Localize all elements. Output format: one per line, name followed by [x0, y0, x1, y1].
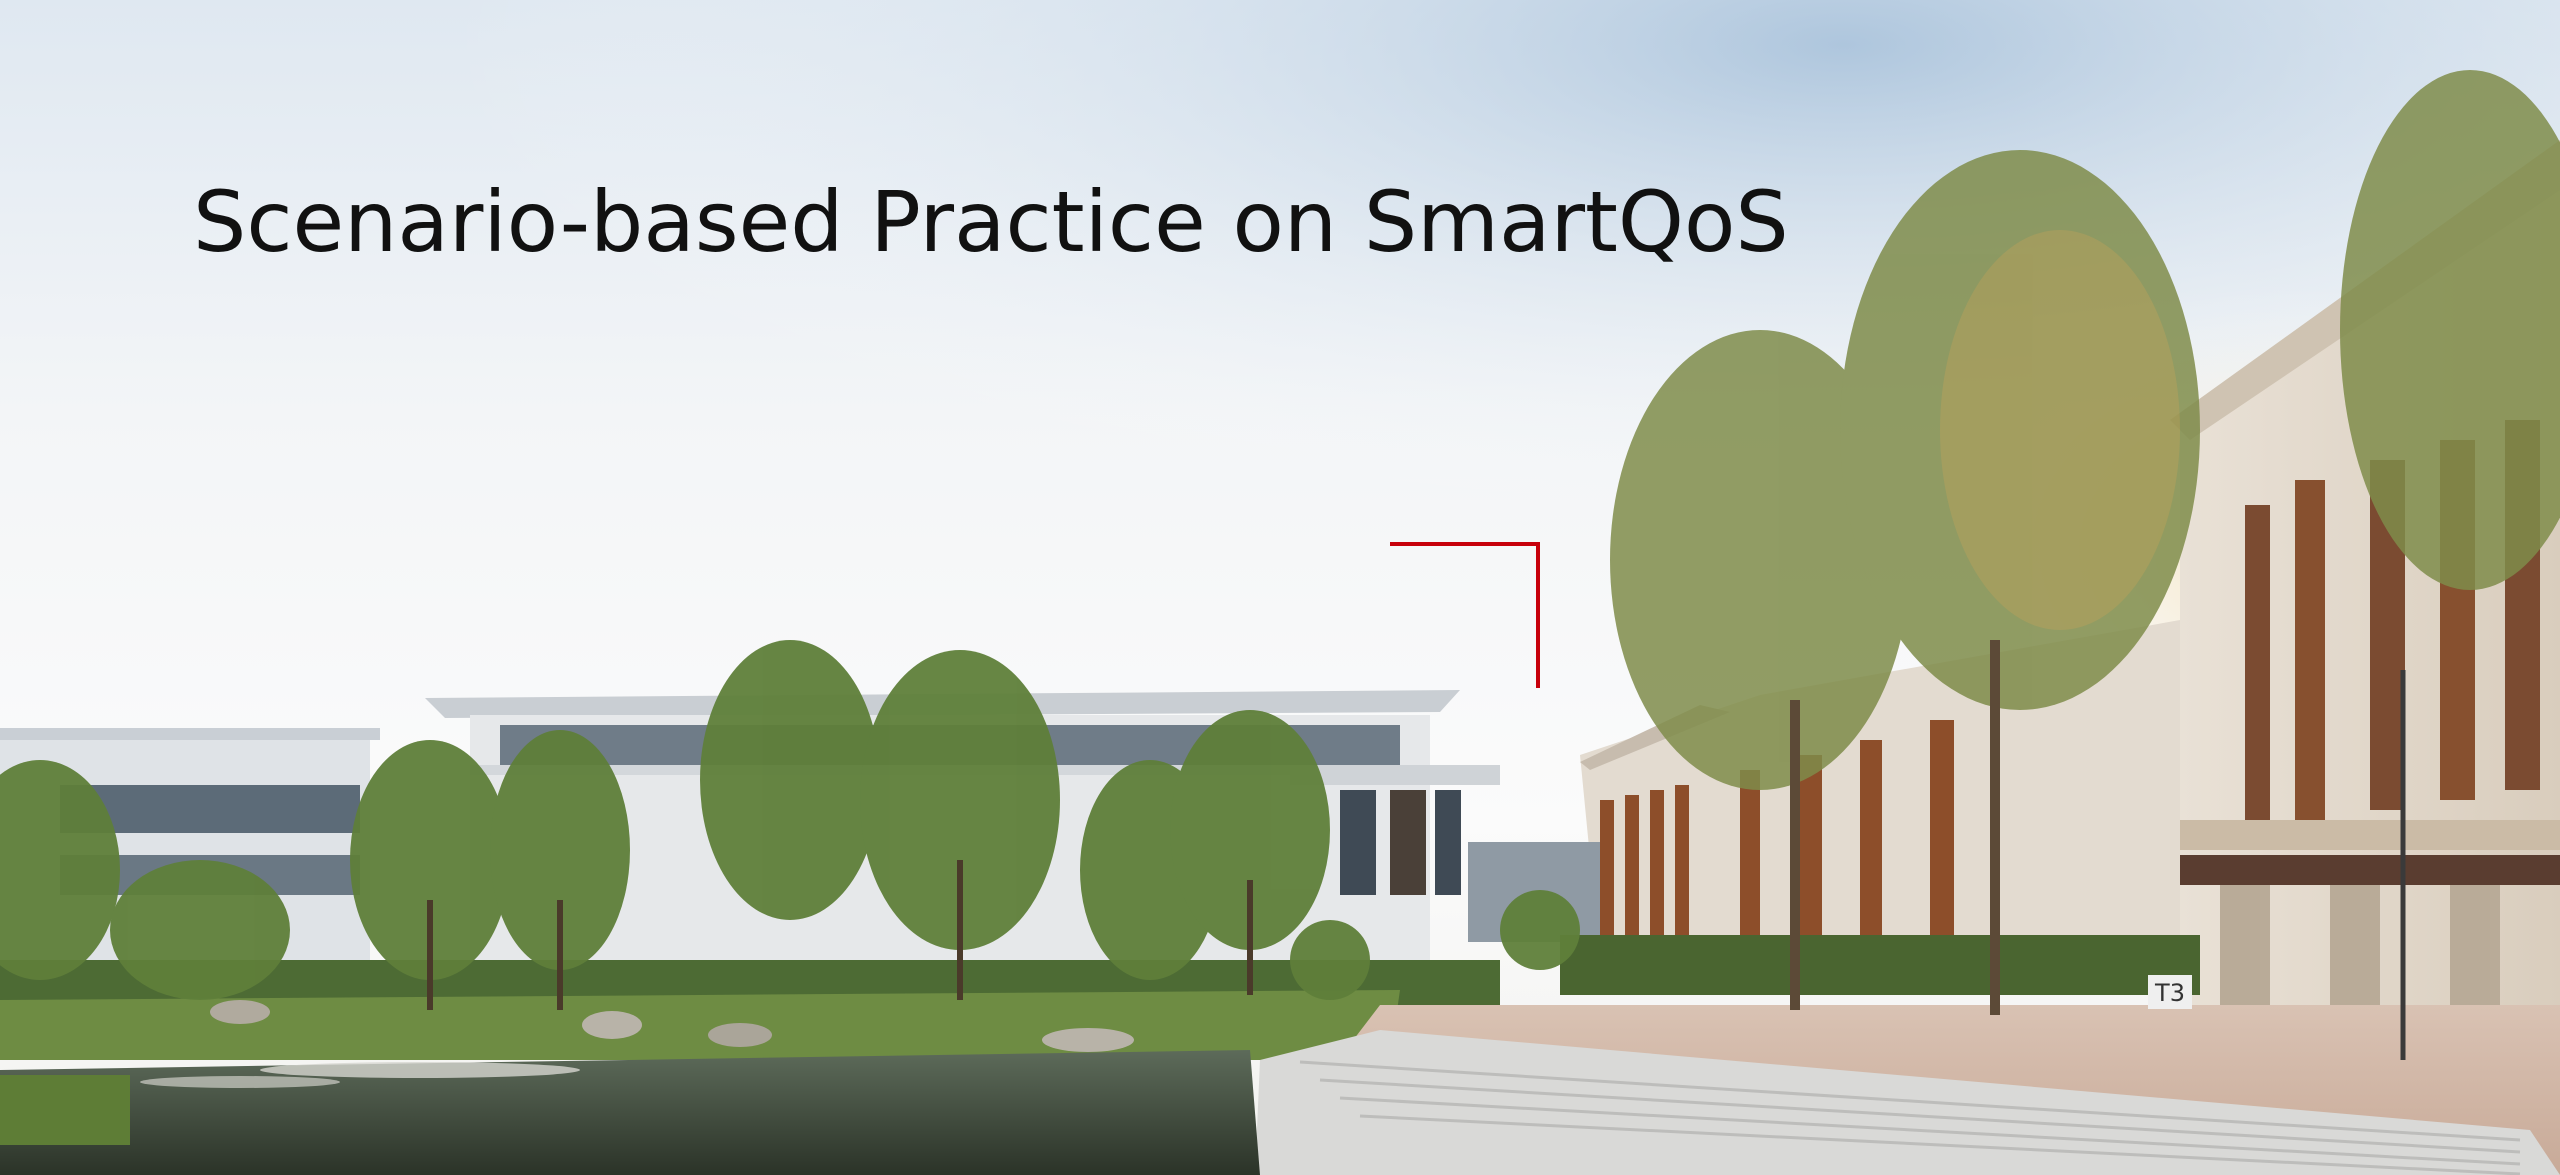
accent-corner-mark [1390, 542, 1540, 688]
building-sign-text: T3 [2154, 979, 2185, 1007]
slide-title: Scenario-based Practice on SmartQoS [193, 173, 1789, 271]
slide: T3 Scenario-based Practice on SmartQoS [0, 0, 2560, 1175]
